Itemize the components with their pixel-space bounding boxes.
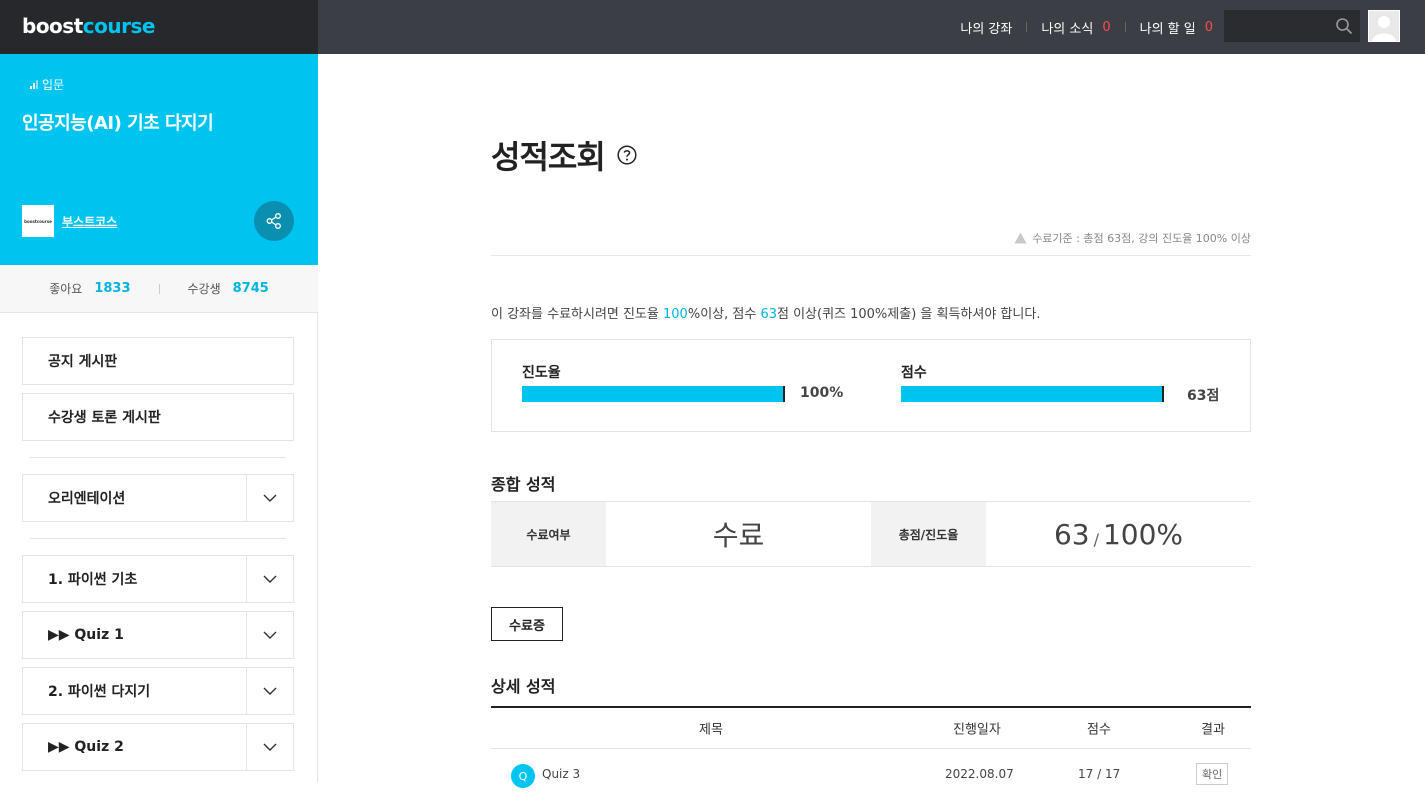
logo-area: boostcourse	[0, 0, 318, 54]
certificate-button[interactable]: 수료증	[491, 607, 563, 641]
header-date: 진행일자	[953, 722, 1001, 738]
table-header: 제목 진행일자 점수 결과	[491, 708, 1251, 749]
progress-label: 진도율	[522, 365, 561, 381]
chevron-down-icon[interactable]	[246, 556, 293, 602]
boostcourse-logo[interactable]: boostcourse	[22, 14, 155, 38]
share-button[interactable]	[254, 201, 294, 241]
todo-count: 0	[1204, 19, 1213, 35]
row-date: 2022.08.07	[945, 767, 1014, 781]
completion-notice: 이 강좌를 수료하시려면 진도율 100%이상, 점수 63점 이상(퀴즈 10…	[491, 307, 1041, 322]
completion-label: 수료여부	[491, 502, 606, 566]
sidebar-divider	[30, 457, 286, 458]
share-icon	[266, 213, 281, 229]
search-box	[1224, 10, 1360, 42]
page-title: 성적조회	[491, 132, 637, 178]
total-label: 총점/진도율	[871, 502, 986, 566]
chevron-down-icon[interactable]	[246, 668, 293, 714]
score-value: 63점	[1187, 388, 1220, 404]
top-nav: 나의 강좌 나의 소식 0 나의 할 일0	[960, 0, 1213, 54]
section-quiz-1[interactable]: ▶▶ Quiz 1	[22, 611, 294, 659]
summary-title: 종합 성적	[491, 475, 556, 494]
header-title: 제목	[699, 722, 723, 738]
course-title: 인공지능(AI) 기초 다지기	[22, 113, 214, 134]
summary-table: 수료여부 수료 총점/진도율 63/100%	[491, 501, 1251, 567]
provider[interactable]: boostcourse 부스트코스	[22, 205, 117, 237]
nav-separator	[1026, 22, 1028, 32]
section-python-advanced[interactable]: 2. 파이썬 다지기	[22, 667, 294, 715]
chevron-down-icon[interactable]	[246, 475, 293, 521]
completion-value: 수료	[712, 519, 765, 552]
quiz-icon: Q	[511, 764, 535, 788]
course-stats: 좋아요 1833 수강생 8745	[0, 265, 318, 313]
score-bar	[901, 386, 1164, 402]
table-row: Q Quiz 3 2022.08.07 17 / 17 확인	[491, 749, 1251, 799]
students-label: 수강생	[187, 282, 221, 296]
score-rate: 점수 63점	[901, 362, 1219, 404]
title-divider	[491, 255, 1251, 256]
row-score: 17 / 17	[1078, 767, 1121, 781]
progress-box: 진도율 100% 점수 63점	[491, 339, 1251, 432]
nav-separator	[1124, 22, 1126, 32]
total-value: 63/100%	[1053, 517, 1184, 551]
notice-board-link[interactable]: 공지 게시판	[22, 337, 294, 385]
detail-title: 상세 성적	[491, 677, 556, 696]
stats-divider	[158, 283, 160, 294]
avatar[interactable]	[1368, 10, 1400, 42]
progress-rate: 진도율 100%	[522, 362, 843, 402]
score-label: 점수	[901, 365, 927, 381]
nav-my-courses[interactable]: 나의 강좌	[960, 18, 1012, 37]
level-badge: 입문	[30, 76, 64, 93]
chevron-down-icon[interactable]	[246, 612, 293, 658]
likes-label: 좋아요	[49, 282, 83, 296]
students-count: 8745	[232, 281, 269, 296]
header-result: 결과	[1201, 722, 1225, 738]
chevron-down-icon[interactable]	[246, 724, 293, 770]
nav-my-news[interactable]: 나의 소식 0	[1041, 18, 1110, 37]
nav-my-todo[interactable]: 나의 할 일0	[1140, 18, 1213, 37]
section-python-basics[interactable]: 1. 파이썬 기초	[22, 555, 294, 603]
search-icon[interactable]	[1335, 17, 1353, 35]
header-score: 점수	[1087, 722, 1111, 738]
warning-icon	[1014, 232, 1027, 244]
detail-table: 제목 진행일자 점수 결과 Q Quiz 3 2022.08.07 17 / 1…	[491, 706, 1251, 799]
sidebar-divider	[30, 538, 286, 539]
course-hero: 입문 인공지능(AI) 기초 다지기 boostcourse 부스트코스	[0, 54, 318, 265]
top-bar: boostcourse 나의 강좌 나의 소식 0 나의 할 일0	[0, 0, 1425, 54]
provider-logo: boostcourse	[22, 205, 54, 237]
provider-name[interactable]: 부스트코스	[62, 213, 117, 230]
likes-count: 1833	[94, 281, 131, 296]
completion-criteria: 수료기준 : 총점 63점, 강의 진도율 100% 이상	[1014, 230, 1251, 246]
progress-value: 100%	[800, 385, 844, 401]
news-count: 0	[1102, 19, 1111, 35]
row-title[interactable]: Quiz 3	[542, 767, 580, 781]
help-icon[interactable]	[617, 145, 637, 165]
level-bars-icon	[30, 80, 38, 89]
section-quiz-2[interactable]: ▶▶ Quiz 2	[22, 723, 294, 771]
search-input[interactable]	[1224, 10, 1324, 42]
sidebar: 입문 인공지능(AI) 기초 다지기 boostcourse 부스트코스 좋아요…	[0, 54, 318, 782]
discussion-board-link[interactable]: 수강생 토론 게시판	[22, 393, 294, 441]
progress-bar	[522, 386, 785, 402]
user-icon	[1369, 11, 1399, 41]
section-orientation[interactable]: 오리엔테이션	[22, 474, 294, 522]
